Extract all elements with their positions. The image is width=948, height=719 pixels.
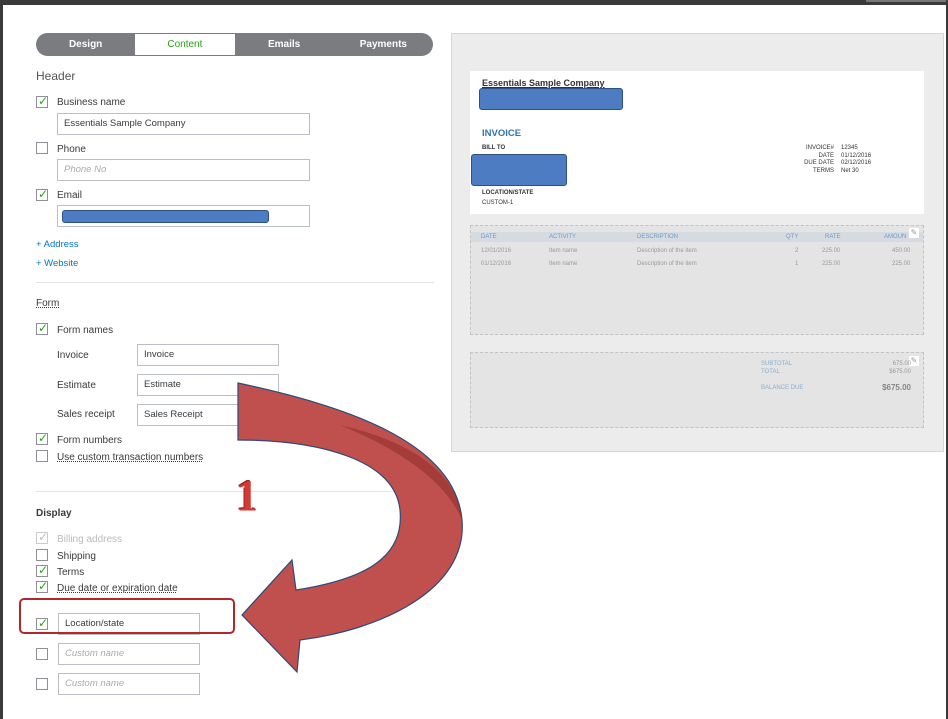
step-number-label: 1 (236, 471, 258, 520)
arrow-body (237, 382, 463, 674)
location-state-highlight-box (19, 598, 235, 634)
